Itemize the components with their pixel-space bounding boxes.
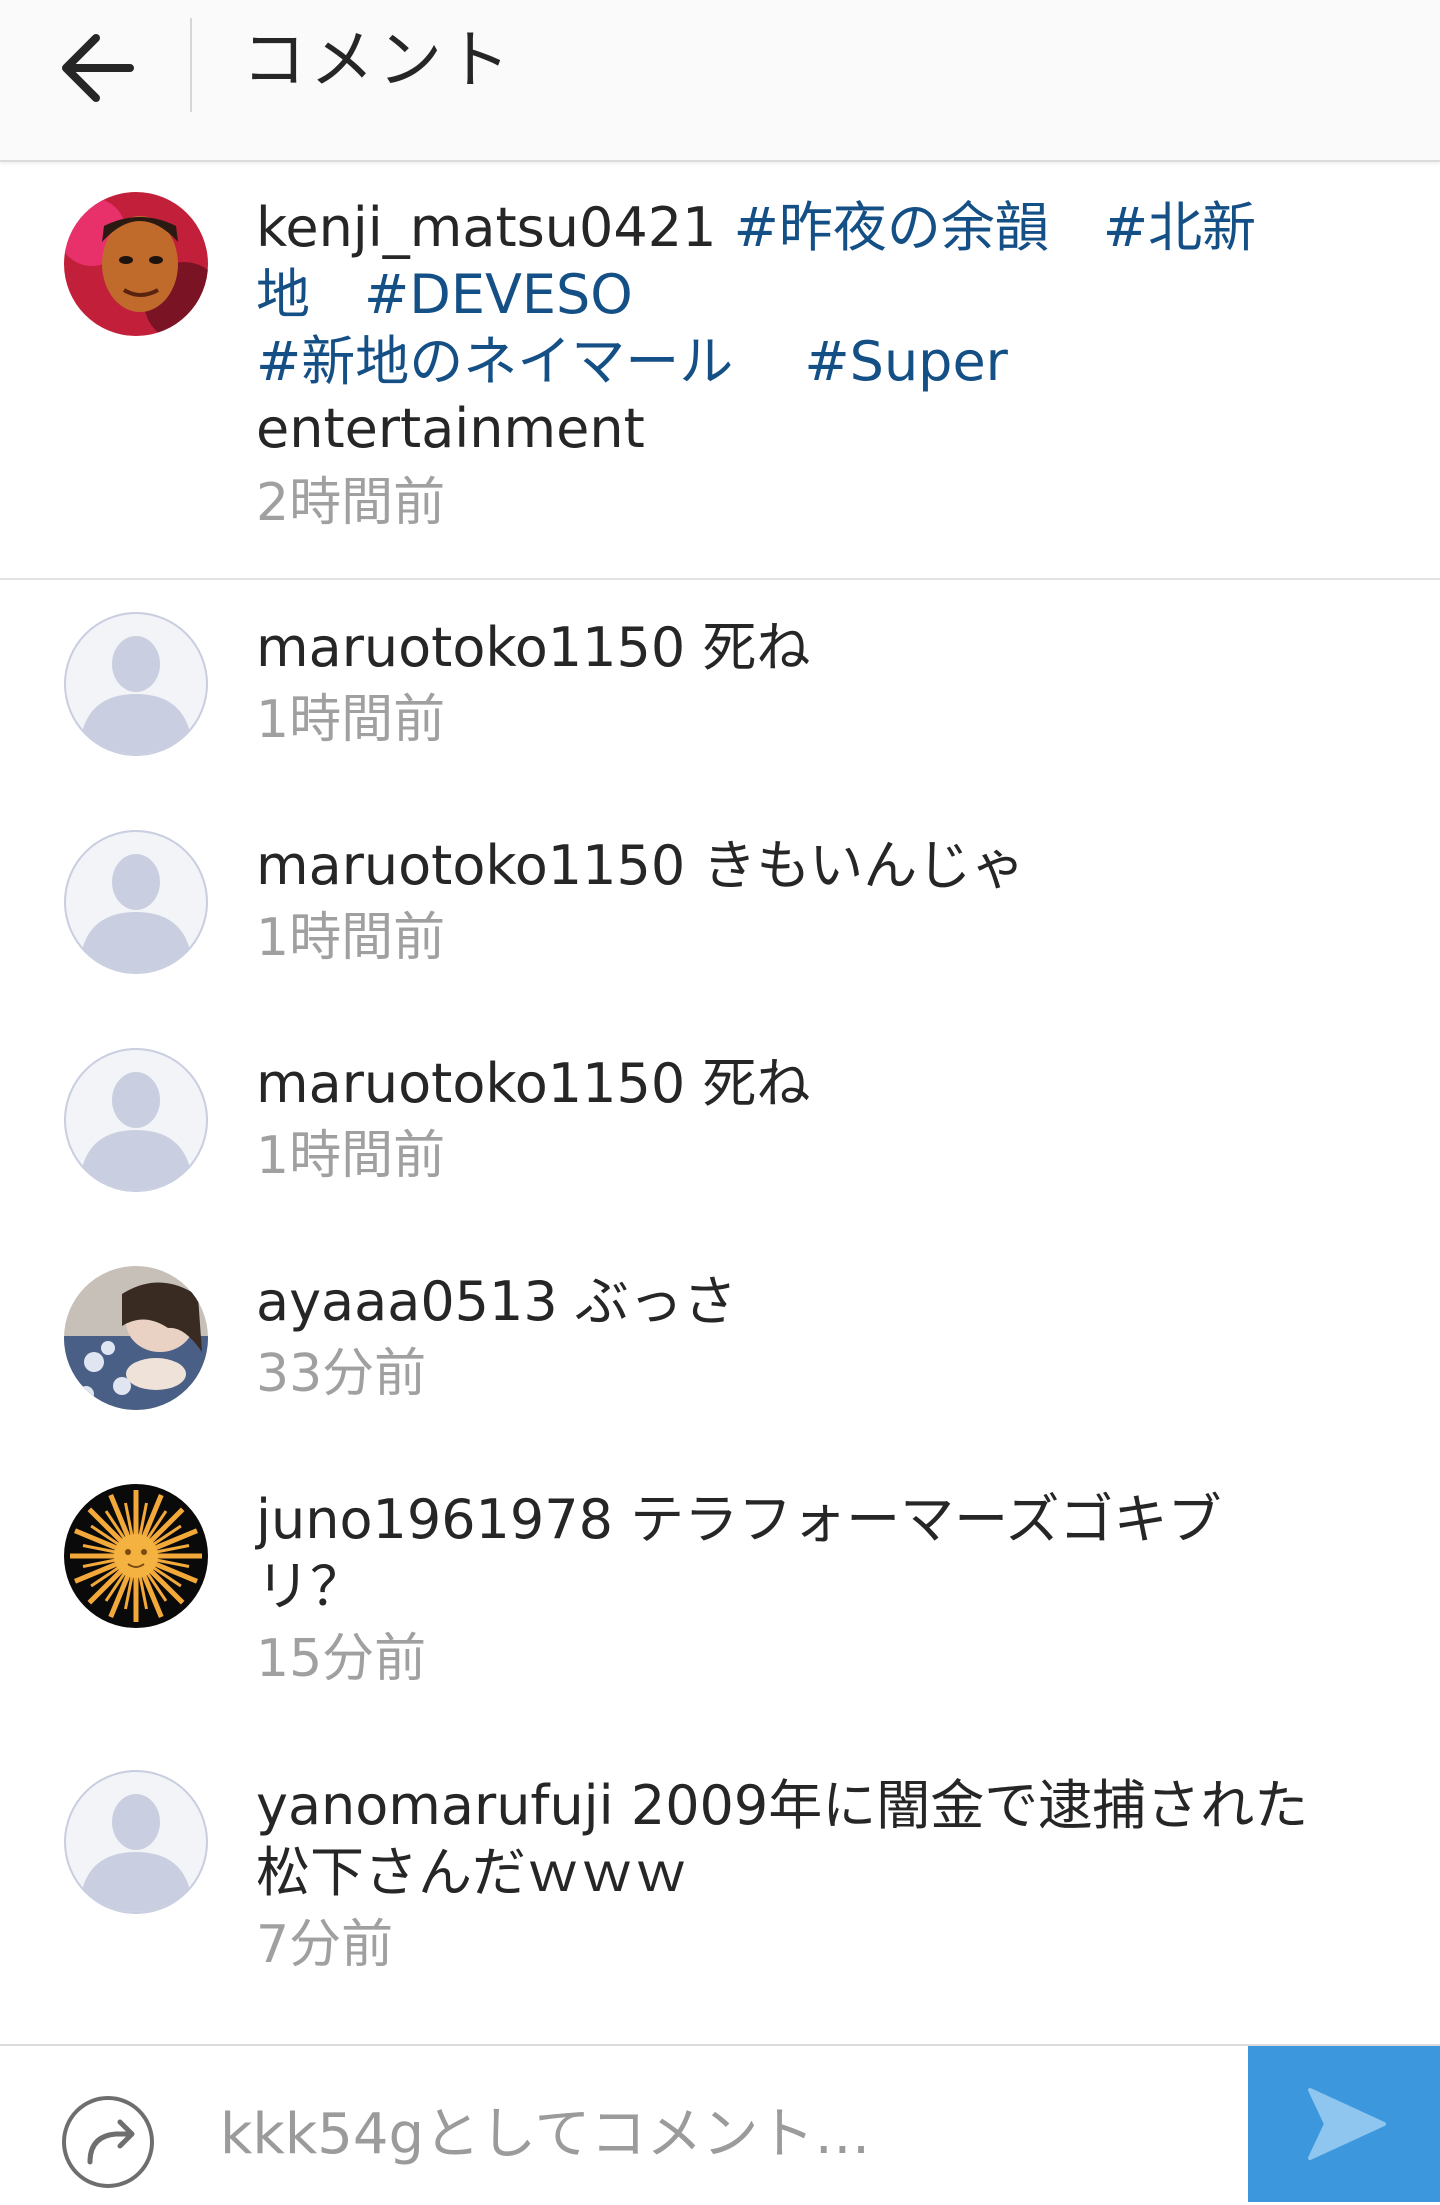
comment-input[interactable] [220,2084,1210,2184]
comment-username[interactable]: juno1961978 [256,1488,613,1551]
default-avatar-icon[interactable] [64,1770,208,1914]
comment-body: テラフォーマーズゴキブ [630,1488,1222,1551]
comment-body: きもいんじゃ [702,834,1026,897]
avatar[interactable] [64,1266,208,1410]
arrow-left-icon [62,34,134,102]
comment-timestamp: 33分前 [256,1344,427,1404]
caption-text: kenji_matsu0421 #昨夜の余韻 #北新地 #DEVESO #新地のネ… [256,194,1326,462]
avatar[interactable] [64,1484,208,1628]
default-avatar-icon[interactable] [64,830,208,974]
caption-segment [1049,196,1103,259]
comment-text: yanomarufuji 2009年に闇金で逮捕された 松下さんだｗｗｗ [256,1772,1326,1906]
comment-body: 松下さんだｗｗｗ [256,1841,688,1904]
comment-body: ぶっさ [574,1270,737,1333]
comment-timestamp: 1時間前 [256,1126,446,1186]
default-avatar-icon[interactable] [64,612,208,756]
comment-username[interactable]: maruotoko1150 [256,616,685,679]
caption-segment [733,330,804,393]
owner-avatar[interactable] [64,192,208,336]
comment-timestamp: 1時間前 [256,690,446,750]
comment-username[interactable]: maruotoko1150 [256,834,685,897]
hashtag-link[interactable]: #DEVESO [364,263,633,326]
hashtag-link[interactable]: #昨夜の余韻 [734,196,1049,259]
reply-arrow-icon[interactable] [60,2094,160,2194]
hashtag-link[interactable]: #北新 [1103,196,1256,259]
caption-segment [310,263,364,326]
caption-segment: entertainment [256,397,645,460]
comment-username[interactable]: maruotoko1150 [256,1052,685,1115]
page-title: コメント [242,24,514,98]
comment-username[interactable]: ayaaa0513 [256,1270,558,1333]
post-caption: kenji_matsu0421 #昨夜の余韻 #北新地 #DEVESO #新地のネ… [0,162,1440,580]
comment-body: 死ね [702,1052,811,1115]
header-divider [190,18,192,112]
hashtag-link[interactable]: 地 [256,263,310,326]
comment-body: 2009年に闇金で逮捕された [630,1774,1309,1837]
comment-text: juno1961978 テラフォーマーズゴキブリ？ [256,1486,1326,1620]
comment-timestamp: 7分前 [256,1915,394,1975]
caption-username[interactable]: kenji_matsu0421 [256,196,716,259]
send-icon [1308,2088,1386,2160]
comment-text: ayaaa0513 ぶっさ [256,1268,1326,1335]
comment-timestamp: 15分前 [256,1629,427,1689]
comment-composer [0,2044,1440,2202]
default-avatar-icon[interactable] [64,1048,208,1192]
comment-body: 死ね [702,616,811,679]
caption-timestamp: 2時間前 [256,473,446,533]
hashtag-link[interactable]: #Super [804,330,1007,393]
comment-text: maruotoko1150 死ね [256,1050,1326,1117]
top-bar: コメント [0,0,1440,162]
comment-timestamp: 1時間前 [256,908,446,968]
hashtag-link[interactable]: #新地のネイマール [256,330,733,393]
comment-text: maruotoko1150 死ね [256,614,1326,681]
comment-username[interactable]: yanomarufuji [256,1774,614,1837]
send-button[interactable] [1248,2046,1440,2202]
comment-text: maruotoko1150 きもいんじゃ [256,832,1326,899]
back-button[interactable] [56,28,142,108]
comment-body: リ？ [256,1555,364,1618]
